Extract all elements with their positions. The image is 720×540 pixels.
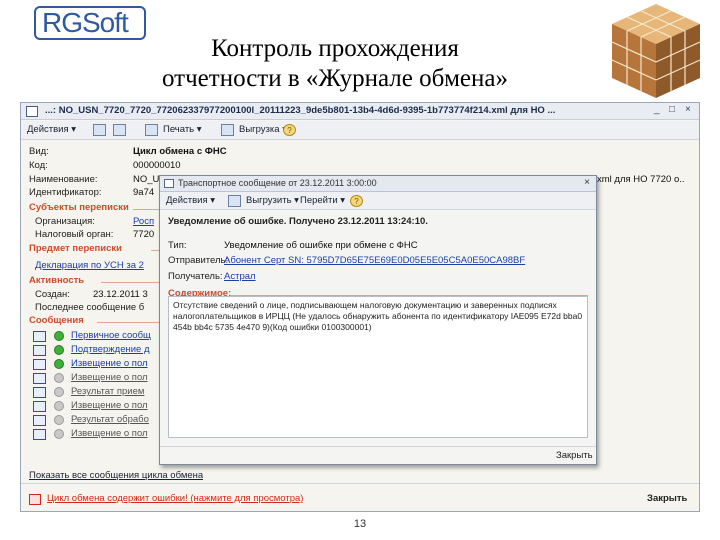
- dialog-footer: Закрыть: [160, 446, 596, 464]
- sender-link[interactable]: Абонент Серт SN: 5795D7D65E75E69E0D05E5E…: [224, 255, 584, 266]
- sender-label: Отправитель:: [168, 255, 229, 266]
- type-label: Тип:: [168, 240, 187, 251]
- section-activity: Активность: [29, 275, 85, 286]
- kod-value: 000000010: [133, 160, 181, 171]
- document-icon: [26, 106, 38, 117]
- section-divider: [101, 282, 159, 283]
- last-message-label: Последнее сообщение б: [35, 302, 145, 313]
- help-icon[interactable]: ?: [350, 195, 363, 207]
- recipient-link[interactable]: Астрал: [224, 271, 256, 282]
- warning-icon: [29, 494, 41, 505]
- actions-menu[interactable]: Действия ▾: [27, 124, 76, 135]
- status-indicator-icon: [54, 401, 64, 411]
- created-label: Создан:: [35, 289, 70, 300]
- tax-authority-label: Налоговый орган:: [35, 229, 114, 240]
- errors-link[interactable]: Цикл обмена содержит ошибки! (нажмите дл…: [47, 493, 303, 504]
- status-indicator-icon: [54, 429, 64, 439]
- message-link[interactable]: Извещение о пол: [71, 400, 148, 411]
- upload-menu[interactable]: Выгрузка ▾: [239, 124, 287, 135]
- name-value-tail: xml для НО 7720 о..: [597, 174, 685, 185]
- dialog-title: Транспортное сообщение от 23.12.2011 3:0…: [178, 178, 377, 188]
- section-divider: [133, 209, 159, 210]
- section-messages: Сообщения: [29, 315, 84, 326]
- upload-icon[interactable]: [228, 195, 241, 207]
- status-indicator-icon: [54, 359, 64, 369]
- page-number: 13: [353, 518, 367, 530]
- print-menu[interactable]: Печать ▾: [163, 124, 202, 135]
- status-indicator-icon: [54, 373, 64, 383]
- envelope-icon: [33, 331, 46, 342]
- dialog-upload-menu[interactable]: Выгрузить ▾: [246, 195, 299, 206]
- message-link[interactable]: Извещение о пол: [71, 428, 148, 439]
- id-label: Идентификатор:: [29, 187, 102, 198]
- close-button[interactable]: Закрыть: [647, 493, 687, 504]
- envelope-icon: [33, 415, 46, 426]
- refresh-icon[interactable]: [113, 124, 126, 136]
- envelope-icon: [33, 373, 46, 384]
- dialog-close-icon[interactable]: ×: [584, 177, 590, 188]
- section-subjects: Субъекты переписки: [29, 202, 129, 213]
- dialog-actions-menu[interactable]: Действия ▾: [166, 195, 215, 206]
- exchange-cycle-window: ...: NO_USN_7720_7720_772062337977200100…: [20, 102, 700, 512]
- section-subject: Предмет переписки: [29, 243, 122, 254]
- dialog-toolbar: Действия ▾ Выгрузить ▾ Перейти ▾ ?: [160, 192, 596, 210]
- org-label: Организация:: [35, 216, 95, 227]
- status-indicator-icon: [54, 415, 64, 425]
- kod-label: Код:: [29, 160, 48, 171]
- recipient-label: Получатель:: [168, 271, 223, 282]
- dialog-header: Уведомление об ошибке. Получено 23.12.20…: [168, 216, 428, 227]
- vid-label: Вид:: [29, 146, 49, 157]
- show-all-messages-link[interactable]: Показать все сообщения цикла обмена: [29, 470, 203, 481]
- message-link[interactable]: Подтверждение д: [71, 344, 150, 355]
- help-icon[interactable]: ?: [283, 124, 296, 136]
- content-memo[interactable]: Отсутствие сведений о лице, подписывающе…: [168, 296, 588, 438]
- print-icon[interactable]: [145, 124, 158, 136]
- section-divider: [97, 322, 159, 323]
- close-window-button[interactable]: ×: [685, 104, 691, 115]
- status-indicator-icon: [54, 345, 64, 355]
- window-footer: Показать все сообщения цикла обмена Цикл…: [21, 470, 699, 511]
- window-title: ...: NO_USN_7720_7720_772062337977200100…: [45, 105, 556, 116]
- envelope-icon: [33, 401, 46, 412]
- window-titlebar: ...: NO_USN_7720_7720_772062337977200100…: [21, 103, 699, 120]
- content-text: Отсутствие сведений о лице, подписывающе…: [173, 300, 583, 332]
- slide-title: Контроль прохождения отчетности в «Журна…: [100, 34, 570, 94]
- envelope-icon: [33, 359, 46, 370]
- id-value: 9a74: [133, 187, 155, 198]
- maximize-button[interactable]: □: [669, 104, 675, 115]
- window-toolbar: Действия ▾ Печать ▾ Выгрузка ▾ ?: [21, 121, 699, 140]
- tax-authority-value: 7720: [133, 229, 155, 240]
- name-label: Наименование:: [29, 174, 98, 185]
- message-link[interactable]: Извещение о пол: [71, 372, 148, 383]
- transport-message-dialog: Транспортное сообщение от 23.12.2011 3:0…: [159, 175, 597, 465]
- message-icon: [164, 179, 174, 188]
- name-value: NO_U: [133, 174, 160, 185]
- save-icon[interactable]: [93, 124, 106, 136]
- message-link[interactable]: Первичное сообщ: [71, 330, 151, 341]
- minimize-button[interactable]: _: [654, 104, 660, 115]
- org-link[interactable]: Росп: [133, 216, 154, 227]
- type-value: Уведомление об ошибке при обмене с ФНС: [224, 240, 418, 251]
- dialog-close-button[interactable]: Закрыть: [556, 450, 593, 461]
- status-indicator-icon: [54, 331, 64, 341]
- envelope-icon: [33, 429, 46, 440]
- declaration-link[interactable]: Декларация по УСН за 2: [35, 260, 159, 271]
- envelope-icon: [33, 345, 46, 356]
- section-divider: [151, 250, 159, 251]
- dialog-titlebar: Транспортное сообщение от 23.12.2011 3:0…: [160, 176, 596, 192]
- message-link[interactable]: Извещение о пол: [71, 358, 148, 369]
- created-value: 23.12.2011 3: [93, 289, 148, 300]
- dialog-goto-menu[interactable]: Перейти ▾: [300, 195, 345, 206]
- vid-value: Цикл обмена с ФНС: [133, 146, 227, 157]
- message-link[interactable]: Результат обрабо: [71, 414, 149, 425]
- decorative-cube-image: [611, 4, 701, 98]
- envelope-icon: [33, 387, 46, 398]
- slide-title-line-2: отчетности в «Журнале обмена»: [162, 65, 508, 92]
- upload-icon[interactable]: [221, 124, 234, 136]
- slide-title-line-1: Контроль прохождения: [211, 35, 459, 62]
- message-link[interactable]: Результат прием: [71, 386, 144, 397]
- status-indicator-icon: [54, 387, 64, 397]
